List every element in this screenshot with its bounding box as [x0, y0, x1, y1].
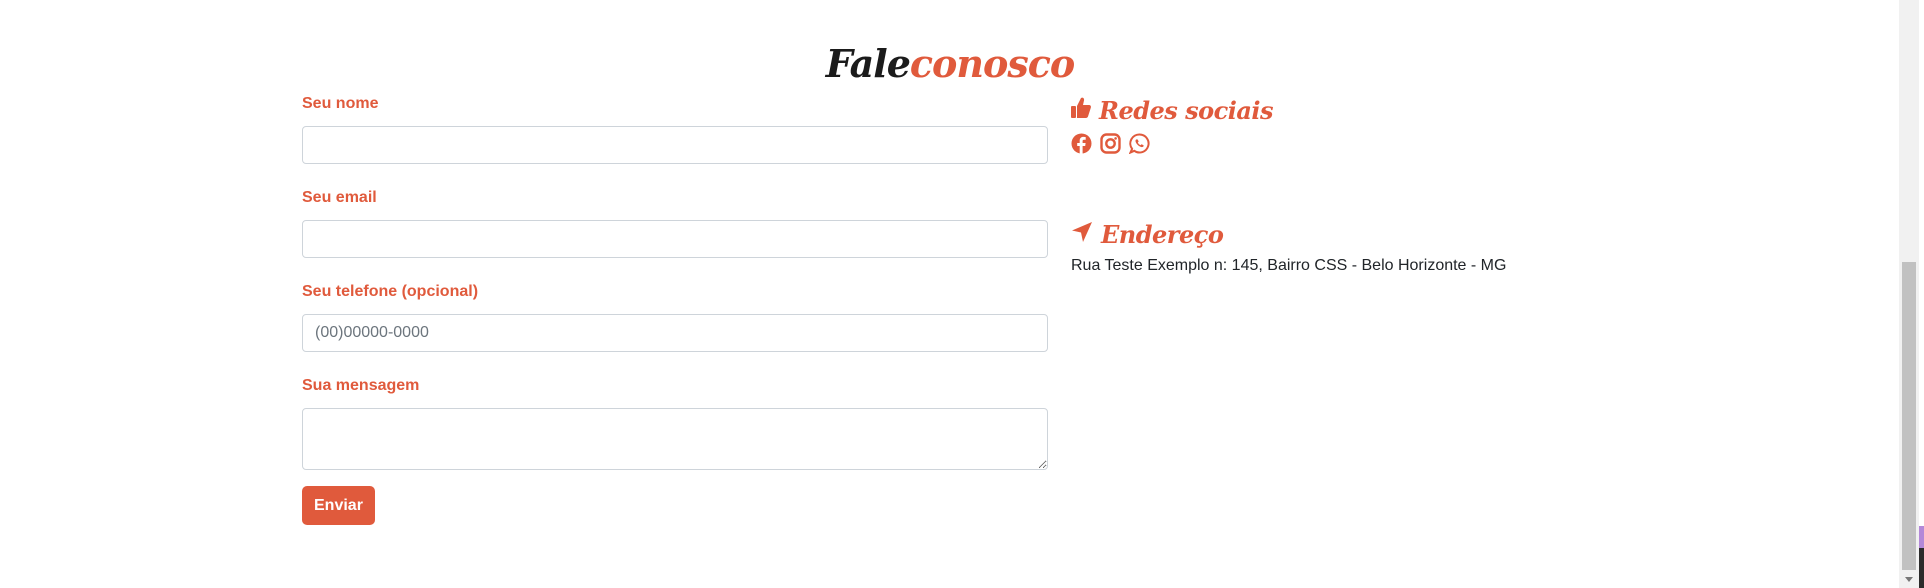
social-heading-row: Redes sociais: [1071, 92, 1631, 128]
message-field-group: Sua mensagem: [302, 376, 1048, 470]
phone-label: Seu telefone (opcional): [302, 283, 479, 300]
address-section: Endereço Rua Teste Exemplo n: 145, Bairr…: [1071, 216, 1631, 276]
address-text: Rua Teste Exemplo n: 145, Bairro CSS - B…: [1071, 257, 1507, 274]
address-heading: Endereço: [1101, 219, 1224, 249]
address-heading-row: Endereço: [1071, 216, 1631, 252]
window-edge-dark: [1919, 548, 1924, 588]
whatsapp-icon[interactable]: [1129, 132, 1150, 154]
title-part-dark: Fale: [825, 41, 911, 86]
scroll-down-arrow-icon[interactable]: [1899, 572, 1919, 588]
window-edge-accent: [1919, 526, 1924, 548]
message-label: Sua mensagem: [302, 377, 420, 394]
location-arrow-icon: [1071, 221, 1093, 248]
social-icons: [1071, 132, 1631, 154]
facebook-icon[interactable]: [1071, 133, 1092, 154]
social-section: Redes sociais: [1071, 92, 1631, 154]
title-part-accent: conosco: [909, 41, 1075, 86]
contact-page: Faleconosco Seu nome Seu email Seu telef…: [0, 0, 1924, 588]
email-label: Seu email: [302, 189, 377, 206]
thumbs-up-icon: [1071, 97, 1091, 124]
name-field-group: Seu nome: [302, 94, 1048, 164]
contact-info: Redes sociais Endereço Rua Teste Exemplo…: [1071, 92, 1631, 276]
submit-button[interactable]: Enviar: [302, 486, 375, 525]
social-heading: Redes sociais: [1099, 95, 1274, 125]
vertical-scrollbar[interactable]: [1899, 0, 1919, 588]
page-title: Faleconosco: [0, 42, 1924, 86]
window-edge: [1919, 0, 1924, 588]
email-input[interactable]: [302, 220, 1048, 258]
email-field-group: Seu email: [302, 188, 1048, 258]
contact-form: Seu nome Seu email Seu telefone (opciona…: [302, 94, 1048, 525]
phone-input[interactable]: [302, 314, 1048, 352]
name-label: Seu nome: [302, 95, 379, 112]
instagram-icon[interactable]: [1100, 132, 1121, 154]
name-input[interactable]: [302, 126, 1048, 164]
message-textarea[interactable]: [302, 408, 1048, 470]
scrollbar-thumb[interactable]: [1902, 262, 1916, 570]
phone-field-group: Seu telefone (opcional): [302, 282, 1048, 352]
